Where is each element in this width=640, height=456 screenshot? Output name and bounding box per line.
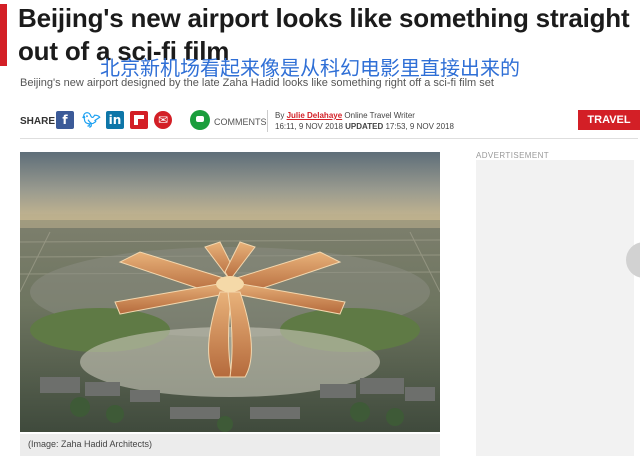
published-time: 16:11, 9 NOV 2018 [275,122,343,131]
author-link[interactable]: Julie Delahaye [287,111,343,120]
linkedin-icon[interactable]: in [106,111,124,129]
image-caption: (Image: Zaha Hadid Architects) [20,434,440,456]
article-dates: 16:11, 9 NOV 2018 UPDATED 17:53, 9 NOV 2… [275,122,454,131]
headline-accent-bar [0,4,7,66]
advertisement-slot[interactable] [476,160,634,456]
hero-image-airport[interactable] [20,152,440,432]
comment-icon[interactable] [190,110,210,130]
author-role: Online Travel Writer [344,111,415,120]
section-tag-travel[interactable]: TRAVEL [578,110,640,130]
twitter-icon[interactable]: 🐦︎ [82,111,101,129]
meta-separator [20,138,638,139]
email-icon[interactable]: ✉ [154,111,172,129]
updated-time: 17:53, 9 NOV 2018 [385,122,454,131]
article-standfirst: Beijing's new airport designed by the la… [20,77,494,89]
facebook-icon[interactable]: f [56,111,74,129]
article-meta-row: SHARE f 🐦︎ in ✉ COMMENTS By Julie Delaha… [20,108,640,136]
meta-divider [267,110,268,132]
comments-link[interactable]: COMMENTS [214,117,267,127]
share-label: SHARE [20,116,56,127]
updated-label: UPDATED [345,122,384,131]
byline-prefix: By [275,111,285,120]
flipboard-icon[interactable] [130,111,148,129]
advertisement-label: ADVERTISEMENT [476,151,550,160]
byline: By Julie Delahaye Online Travel Writer [275,111,415,120]
